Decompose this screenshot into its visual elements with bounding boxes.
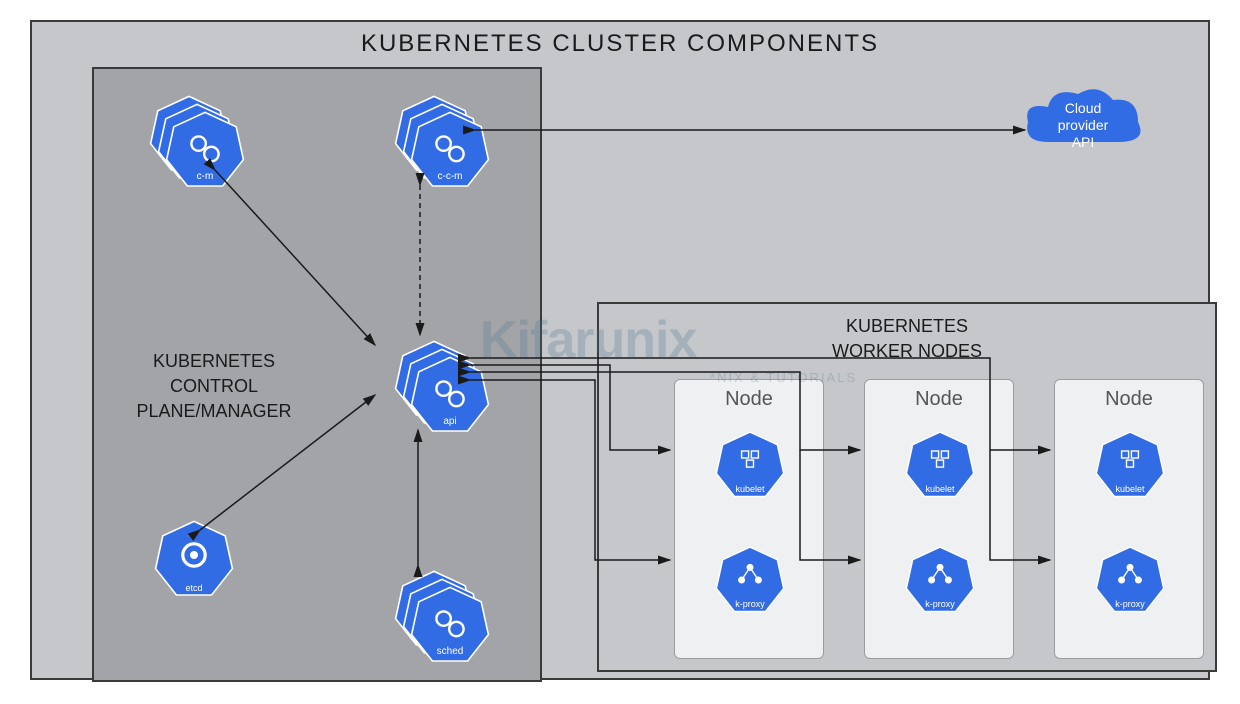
control-plane-label: KUBERNETES CONTROL PLANE/MANAGER: [124, 349, 304, 425]
node-label: Node: [675, 388, 823, 411]
node-2: Node kubelet k-proxy: [864, 379, 1014, 659]
kubelet-component: kubelet: [715, 430, 785, 500]
scheduler-stack: sched: [394, 569, 484, 659]
etcd-component: etcd: [154, 519, 234, 599]
etcd-label: etcd: [154, 583, 234, 593]
worker-nodes-box: KUBERNETES WORKER NODES Node kubelet k-p…: [597, 302, 1217, 672]
node-label: Node: [1055, 388, 1203, 411]
api-label: api: [410, 416, 490, 427]
sched-label: sched: [410, 646, 490, 657]
cloud-label: Cloud provider API: [1018, 100, 1148, 150]
node-3: Node kubelet k-proxy: [1054, 379, 1204, 659]
kubelet-label: kubelet: [715, 484, 785, 494]
cluster-container: KUBERNETES CLUSTER COMPONENTS KUBERNETES…: [30, 20, 1210, 680]
worker-nodes-label: KUBERNETES WORKER NODES: [599, 314, 1215, 364]
node-label: Node: [865, 388, 1013, 411]
cloud-controller-manager-stack: c-c-m: [394, 94, 484, 184]
controller-manager-stack: c-m: [149, 94, 239, 184]
kproxy-label: k-proxy: [715, 599, 785, 609]
node-1: Node kubelet k-proxy: [674, 379, 824, 659]
diagram-title: KUBERNETES CLUSTER COMPONENTS: [32, 30, 1208, 58]
cloud-provider-api: Cloud provider API: [1018, 82, 1148, 162]
ccm-label: c-c-m: [410, 171, 490, 182]
kproxy-component: k-proxy: [715, 545, 785, 615]
api-server-stack: api: [394, 339, 484, 429]
control-plane-box: KUBERNETES CONTROL PLANE/MANAGER c-m c-c…: [92, 67, 542, 682]
cm-label: c-m: [165, 171, 245, 182]
